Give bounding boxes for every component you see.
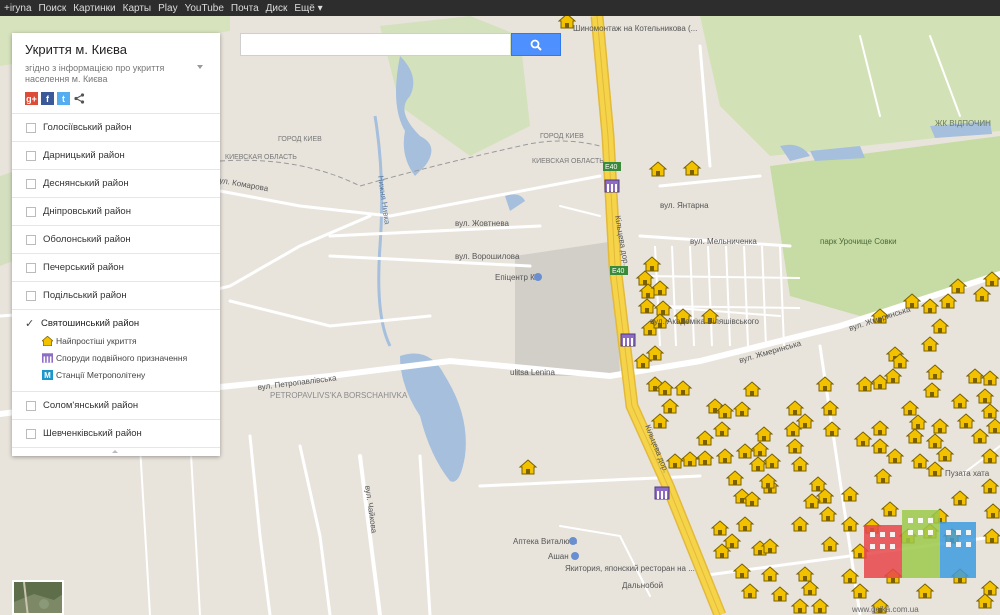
legend-label: Найпростіші укриття bbox=[56, 336, 137, 346]
poi-yakitoriya: Якитория, японский ресторан на ... bbox=[565, 564, 695, 573]
district-label: Солом'янський район bbox=[43, 400, 139, 411]
district-label: Оболонський район bbox=[43, 234, 131, 245]
legend-label: Споруди подвійного призначення bbox=[56, 353, 188, 363]
district-petropavlivska-borschahivka: PETROPAVLIVS'KA BORSCHAHIVKA bbox=[270, 391, 408, 400]
legend-item-shelter: Найпростіші укриття bbox=[42, 336, 137, 346]
label-kiev-oblast-2: КИЕВСКАЯ ОБЛАСТЬ bbox=[532, 158, 604, 165]
share-buttons: g+ f t bbox=[25, 92, 89, 105]
e40-label-2: E40 bbox=[612, 268, 625, 275]
twitter-icon[interactable]: t bbox=[57, 92, 70, 105]
district-label: Печерський район bbox=[43, 262, 124, 273]
district-row-desnianskyi[interactable]: Деснянський район bbox=[12, 169, 220, 197]
dual-purpose-marker[interactable] bbox=[604, 179, 620, 193]
share-icon[interactable] bbox=[73, 92, 86, 105]
search-icon bbox=[530, 39, 542, 51]
district-row-dniprovskyi[interactable]: Дніпровський район bbox=[12, 197, 220, 225]
satellite-view-toggle[interactable] bbox=[12, 580, 64, 615]
district-label: Подільський район bbox=[43, 290, 127, 301]
pharmacy-icon bbox=[569, 537, 577, 545]
district-label: Шевченківський район bbox=[43, 428, 142, 439]
google-plus-icon[interactable]: g+ bbox=[25, 92, 38, 105]
metro-m-icon: M bbox=[42, 370, 53, 380]
topbar-play-link[interactable]: Play bbox=[158, 3, 177, 14]
poi-dalnoboy: Дальнобой bbox=[622, 581, 663, 590]
search-button[interactable] bbox=[511, 33, 561, 56]
poi-ashan: Ашан bbox=[548, 552, 569, 561]
street-zhovtneva: вул. Жовтнева bbox=[455, 219, 510, 228]
poi-shinomontazh: Шиномонтаж на Котельникова (... bbox=[573, 24, 697, 33]
label-kiev-oblast-1: КИЕВСКАЯ ОБЛАСТЬ bbox=[225, 154, 297, 161]
shop-icon bbox=[534, 273, 542, 281]
checkbox[interactable] bbox=[26, 234, 36, 245]
district-row-shevchenkivskyi[interactable]: Шевченківський район bbox=[12, 419, 220, 448]
checkbox[interactable] bbox=[26, 262, 36, 273]
poi-apteka: Аптека Виталюкс bbox=[513, 537, 577, 546]
topbar-images-link[interactable]: Картинки bbox=[73, 3, 115, 14]
chevron-down-icon[interactable] bbox=[197, 65, 203, 69]
checkbox[interactable] bbox=[26, 178, 36, 189]
google-top-bar: +iryna Поиск Картинки Карты Play YouTube… bbox=[0, 0, 1000, 16]
district-label: Святошинський район bbox=[41, 318, 140, 329]
panel-title: Укриття м. Києва bbox=[25, 42, 128, 57]
watermark-site: www.gelka.com.ua bbox=[851, 605, 919, 614]
street-voroshylova: вул. Ворошилова bbox=[455, 252, 520, 261]
panel-subtitle: згідно з інформацією про укриття населен… bbox=[25, 63, 165, 84]
label-gorod-kiev-2: ГОРОД КИЕВ bbox=[540, 133, 584, 140]
checkbox[interactable] bbox=[26, 206, 36, 217]
e40-label: E40 bbox=[605, 164, 618, 171]
district-label: Голосіївський район bbox=[43, 122, 132, 133]
district-label: Деснянський район bbox=[43, 178, 129, 189]
search-input[interactable] bbox=[240, 33, 510, 56]
checkbox[interactable] bbox=[26, 122, 36, 133]
topbar-mail-link[interactable]: Почта bbox=[231, 3, 259, 14]
label-gorod-kiev-1: ГОРОД КИЕВ bbox=[278, 136, 322, 143]
checkbox[interactable] bbox=[26, 428, 36, 439]
checkbox[interactable] bbox=[26, 290, 36, 301]
legend-item-dual-purpose: Споруди подвійного призначення bbox=[42, 353, 187, 363]
shop-icon-ashan bbox=[571, 552, 579, 560]
gelka-watermark-logo bbox=[864, 510, 976, 578]
topbar-more-menu[interactable]: Ещё ▾ bbox=[294, 3, 322, 14]
district-row-darnytskyi[interactable]: Дарницький район bbox=[12, 141, 220, 169]
street-yantarna: вул. Янтарна bbox=[660, 201, 709, 210]
topbar-search-link[interactable]: Поиск bbox=[39, 3, 67, 14]
district-label: Дарницький район bbox=[43, 150, 125, 161]
poi-puzata-khata: Пузата хата bbox=[945, 469, 990, 478]
district-row-podilskyi[interactable]: Подільський район bbox=[12, 281, 220, 309]
facebook-icon[interactable]: f bbox=[41, 92, 54, 105]
topbar-user-link[interactable]: +iryna bbox=[4, 3, 32, 14]
district-label: Дніпровський район bbox=[43, 206, 131, 217]
layers-panel: Укриття м. Києва згідно з інформацією пр… bbox=[12, 33, 220, 456]
street-lenina: ulitsa Lenina bbox=[510, 368, 555, 377]
label-park-urochyshche-sovky: парк Урочище Совки bbox=[820, 237, 897, 246]
poi-epicentr: Епіцентр К bbox=[495, 273, 535, 282]
district-row-solomianskyi[interactable]: Солом'янський район bbox=[12, 391, 220, 419]
epicentr-lot bbox=[515, 241, 620, 376]
topbar-drive-link[interactable]: Диск bbox=[266, 3, 288, 14]
district-row-sviatoshynskyi[interactable]: ✓ Святошинський район bbox=[12, 309, 220, 337]
dual-purpose-marker[interactable] bbox=[654, 486, 670, 500]
topbar-maps-link[interactable]: Карты bbox=[123, 3, 152, 14]
topbar-youtube-link[interactable]: YouTube bbox=[185, 3, 224, 14]
label-zhk-vidpochyn: ЖК ВІДПОЧИН bbox=[935, 119, 991, 128]
street-akademika: вул. Академіка Біляшівського bbox=[650, 317, 760, 326]
checkbox[interactable] bbox=[26, 150, 36, 161]
collapse-arrow-icon[interactable] bbox=[112, 450, 118, 453]
dual-purpose-marker[interactable] bbox=[620, 333, 636, 347]
district-row-obolonskyi[interactable]: Оболонський район bbox=[12, 225, 220, 253]
legend-item-metro: M Станції Метрополітену bbox=[42, 370, 145, 380]
checkbox[interactable] bbox=[26, 400, 36, 411]
district-row-holosiivskyi[interactable]: Голосіївський район bbox=[12, 113, 220, 141]
street-melnychenka: вул. Мельниченка bbox=[690, 237, 757, 246]
map-search-box bbox=[240, 33, 561, 56]
shelter-house-icon bbox=[42, 336, 53, 346]
legend-label: Станції Метрополітену bbox=[56, 370, 146, 380]
checkmark-icon[interactable]: ✓ bbox=[25, 318, 35, 329]
district-row-pecherskyi[interactable]: Печерський район bbox=[12, 253, 220, 281]
dual-purpose-building-icon bbox=[42, 353, 53, 363]
